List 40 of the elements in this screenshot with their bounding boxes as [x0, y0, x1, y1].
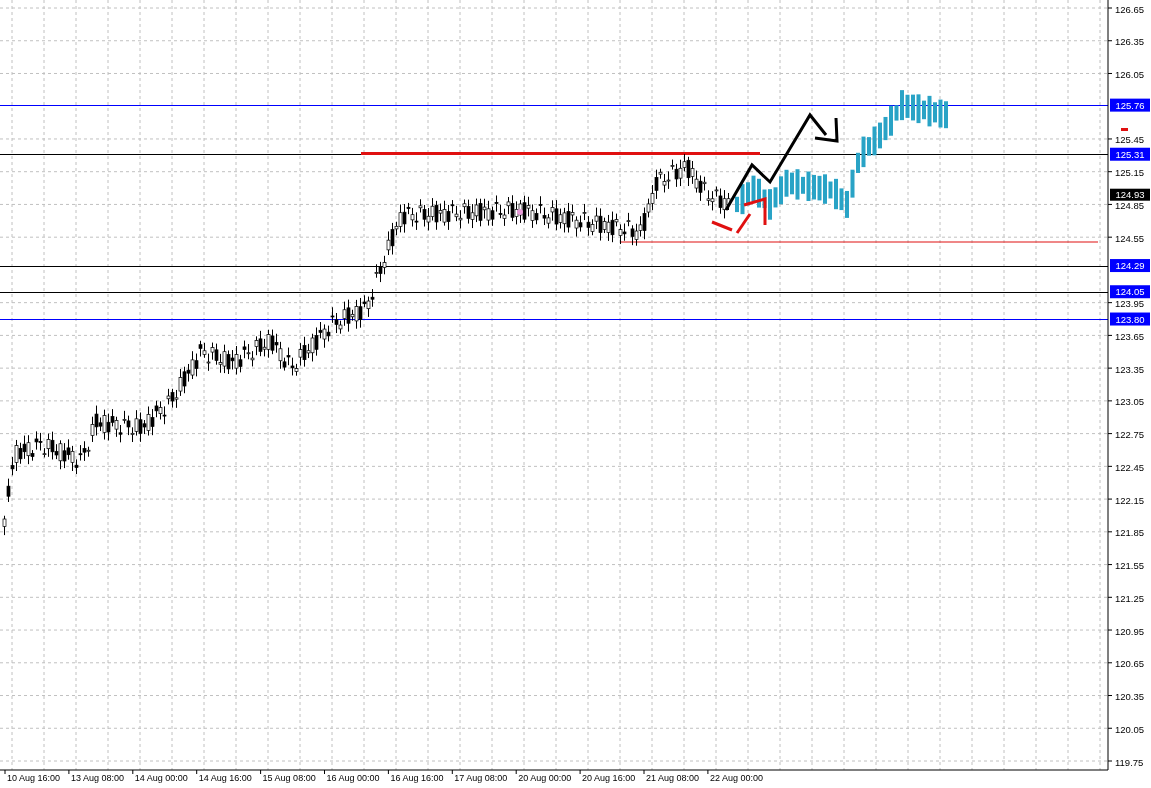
price-label: 125.45 [1115, 134, 1145, 146]
price-tag: 125.31 [1110, 147, 1150, 161]
price-label: 123.95 [1115, 298, 1145, 310]
time-label: 10 Aug 16:00 [7, 773, 61, 783]
price-label: 123.05 [1115, 396, 1145, 408]
price-label: 125.15 [1115, 167, 1145, 179]
time-label: 13 Aug 08:00 [70, 773, 124, 783]
time-label: 22 Aug 00:00 [709, 773, 763, 783]
time-label: 14 Aug 00:00 [134, 773, 188, 783]
price-label: 122.75 [1115, 429, 1145, 441]
price-label: 122.45 [1115, 461, 1145, 473]
price-label: 123.65 [1115, 330, 1145, 342]
price-label: 121.25 [1115, 592, 1145, 604]
time-label: 16 Aug 16:00 [390, 773, 444, 783]
price-label: 126.05 [1115, 69, 1145, 80]
time-label: 20 Aug 16:00 [582, 773, 636, 783]
price-label: 124.85 [1115, 199, 1145, 211]
price-label: 119.75 [1115, 756, 1144, 768]
price-label: 121.55 [1115, 560, 1145, 572]
price-label: 120.35 [1115, 691, 1145, 702]
price-label: 126.65 [1115, 3, 1145, 15]
price-label: 120.95 [1115, 625, 1145, 637]
time-label: 15 Aug 08:00 [262, 773, 316, 783]
current-price-tag: 124.93 [1110, 188, 1150, 201]
price-label: 120.05 [1115, 723, 1145, 735]
time-label: 17 Aug 08:00 [454, 773, 508, 783]
price-label: 121.85 [1115, 527, 1145, 539]
time-label: 14 Aug 16:00 [198, 773, 252, 783]
price-label: 120.65 [1115, 658, 1145, 670]
time-label: 20 Aug 00:00 [518, 773, 572, 783]
price-tag: 123.80 [1110, 312, 1150, 326]
price-tag: 125.76 [1110, 98, 1150, 112]
price-label: 124.55 [1115, 232, 1145, 244]
price-label: 123.35 [1115, 363, 1145, 375]
price-tag: 124.05 [1110, 285, 1150, 299]
price-tag: 124.29 [1110, 259, 1150, 273]
time-label: 16 Aug 00:00 [326, 773, 380, 783]
time-label: 21 Aug 08:00 [646, 773, 700, 783]
price-label: 126.35 [1115, 36, 1145, 48]
price-label: 122.15 [1115, 494, 1145, 506]
